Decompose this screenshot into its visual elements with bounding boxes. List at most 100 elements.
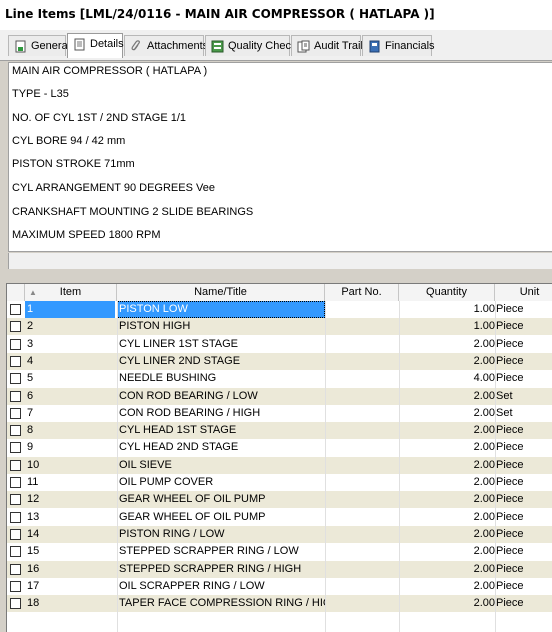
cell-part-no [325, 405, 399, 422]
cell-unit: Piece [496, 597, 524, 610]
row-checkbox[interactable] [10, 494, 21, 506]
row-checkbox[interactable] [10, 598, 21, 610]
cell-unit: Piece [496, 579, 524, 592]
cell-unit: Piece [496, 441, 524, 454]
cell-item: 15 [27, 545, 40, 558]
table-row[interactable]: 1 PISTON LOW 1.00 Piece [7, 301, 552, 318]
cell-part-no [325, 439, 399, 456]
cell-item: 8 [27, 424, 34, 437]
cell-part-no [325, 301, 399, 318]
table-row[interactable]: 12 GEAR WHEEL OF OIL PUMP 2.00 Piece [7, 491, 552, 509]
table-row[interactable]: 8 CYL HEAD 1ST STAGE 2.00 Piece [7, 422, 552, 440]
tab-financials[interactable]: Financials [362, 35, 435, 56]
cell-item: 18 [27, 597, 40, 610]
tab-audit-trail[interactable]: Audit Trail [291, 35, 363, 56]
cell-unit: Piece [496, 476, 524, 488]
tab-strip: General Details Attachments Quality Chec… [0, 30, 552, 61]
document-icon [15, 40, 26, 53]
grid-line [495, 301, 496, 632]
header-quantity[interactable]: Quantity [399, 284, 495, 301]
row-checkbox[interactable] [10, 304, 21, 315]
splitter[interactable] [0, 271, 552, 281]
table-row[interactable]: 10 OIL SIEVE 2.00 Piece [7, 456, 552, 474]
header-name[interactable]: Name/Title [117, 284, 325, 301]
row-checkbox[interactable] [10, 546, 21, 558]
header-checkbox-col [7, 284, 25, 301]
header-item[interactable]: ▲ Item [25, 284, 117, 301]
cell-item: 1 [25, 301, 115, 318]
cell-quantity: 2.00 [473, 389, 495, 402]
cell-item: 10 [27, 458, 40, 471]
cell-item: 4 [27, 354, 34, 367]
cell-part-no [325, 457, 399, 474]
table-row[interactable]: 17 OIL SCRAPPER RING / LOW 2.00 Piece [7, 577, 552, 595]
table-row[interactable]: 4 CYL LINER 2ND STAGE 2.00 Piece [7, 352, 552, 370]
tab-label: Attachments [147, 40, 209, 52]
header-item-label: Item [59, 286, 82, 298]
row-checkbox[interactable] [10, 390, 21, 402]
table-row[interactable]: 16 STEPPED SCRAPPER RING / HIGH 2.00 Piece [7, 560, 552, 578]
cell-name: PISTON LOW [117, 301, 325, 318]
row-checkbox[interactable] [10, 407, 21, 419]
table-row[interactable]: 9 CYL HEAD 2ND STAGE 2.00 Piece [7, 439, 552, 457]
table-row[interactable]: 3 CYL LINER 1ST STAGE 2.00 Piece [7, 335, 552, 353]
cell-part-no [325, 595, 399, 612]
cell-name: TAPER FACE COMPRESSION RING / HIGH [119, 597, 325, 610]
cell-item: 11 [27, 476, 39, 488]
table-row[interactable]: 7 CON ROD BEARING / HIGH 2.00 Set [7, 404, 552, 422]
page-icon [74, 38, 85, 51]
table-row[interactable]: 15 STEPPED SCRAPPER RING / LOW 2.00 Piece [7, 543, 552, 561]
row-checkbox[interactable] [10, 580, 21, 592]
details-line: MAXIMUM SPEED 1800 RPM [12, 229, 161, 241]
row-checkbox[interactable] [10, 338, 21, 350]
cell-item: 9 [27, 441, 34, 454]
details-text-area[interactable]: MAIN AIR COMPRESSOR ( HATLAPA ) TYPE - L… [8, 62, 552, 252]
row-checkbox[interactable] [10, 373, 21, 385]
row-checkbox[interactable] [10, 477, 21, 488]
cell-name: PISTON RING / LOW [119, 527, 225, 540]
table-row[interactable]: 14 PISTON RING / LOW 2.00 Piece [7, 525, 552, 543]
tab-quality-check[interactable]: Quality Check [205, 35, 296, 56]
row-checkbox[interactable] [10, 442, 21, 454]
cell-unit: Set [496, 389, 513, 402]
line-items-grid: ▲ Item Name/Title Part No. Quantity Unit… [6, 283, 552, 632]
table-row[interactable]: 18 TAPER FACE COMPRESSION RING / HIGH 2.00… [7, 595, 552, 613]
tab-details[interactable]: Details [67, 33, 124, 58]
cell-unit: Piece [496, 320, 524, 333]
sort-icon: ▲ [29, 288, 37, 297]
cell-quantity: 2.00 [473, 510, 495, 523]
table-row[interactable]: 11 OIL PUMP COVER 2.00 Piece [7, 474, 552, 491]
cell-name: OIL PUMP COVER [119, 476, 214, 488]
tab-general[interactable]: General [8, 35, 70, 56]
row-checkbox[interactable] [10, 321, 21, 333]
cell-name: GEAR WHEEL OF OIL PUMP [119, 493, 266, 506]
tab-label: Audit Trail [314, 40, 363, 52]
row-checkbox[interactable] [10, 459, 21, 471]
table-row[interactable]: 13 GEAR WHEEL OF OIL PUMP 2.00 Piece [7, 508, 552, 526]
window-titlebar: Line Items [LML/24/0116 - MAIN AIR COMPR… [0, 0, 552, 31]
row-checkbox[interactable] [10, 355, 21, 367]
row-checkbox[interactable] [10, 425, 21, 437]
cell-name: NEEDLE BUSHING [119, 372, 217, 385]
cell-unit: Piece [496, 545, 524, 558]
row-checkbox[interactable] [10, 528, 21, 540]
cell-unit: Piece [496, 562, 524, 575]
cell-part-no [325, 318, 399, 335]
table-row[interactable]: 6 CON ROD BEARING / LOW 2.00 Set [7, 387, 552, 405]
cell-part-no [325, 491, 399, 508]
cell-quantity: 2.00 [473, 424, 495, 437]
cell-unit: Piece [496, 527, 524, 540]
header-unit[interactable]: Unit [495, 284, 552, 301]
cell-part-no [325, 336, 399, 353]
row-checkbox[interactable] [10, 563, 21, 575]
cell-unit: Piece [496, 337, 524, 350]
cell-unit: Piece [496, 372, 524, 385]
cell-part-no [325, 474, 399, 491]
row-checkbox[interactable] [10, 511, 21, 523]
tab-attachments[interactable]: Attachments [124, 35, 208, 56]
paperclip-icon [131, 40, 140, 51]
header-part-no[interactable]: Part No. [325, 284, 399, 301]
table-row[interactable]: 5 NEEDLE BUSHING 4.00 Piece [7, 370, 552, 388]
cell-part-no [325, 578, 399, 595]
table-row[interactable]: 2 PISTON HIGH 1.00 Piece [7, 318, 552, 336]
